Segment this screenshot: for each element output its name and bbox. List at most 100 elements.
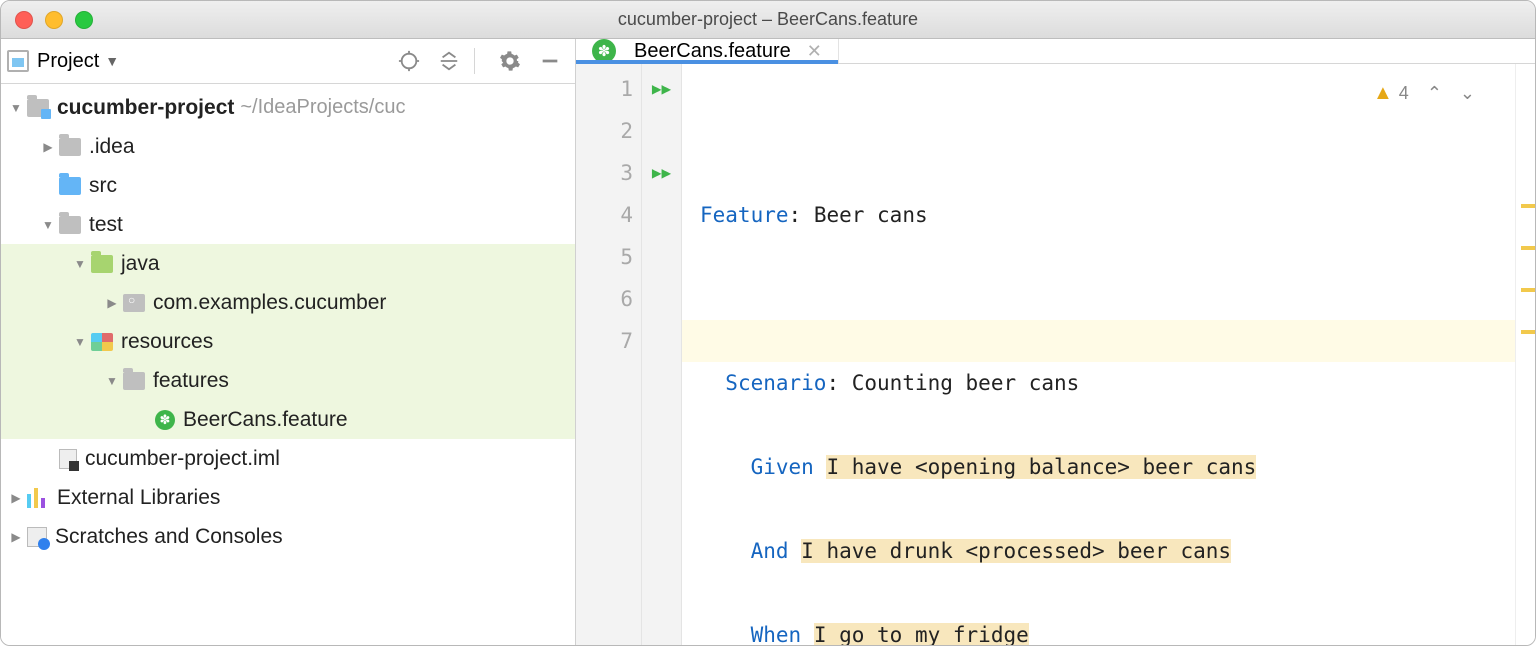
item-label: test — [89, 213, 123, 237]
expand-icon[interactable] — [41, 140, 55, 154]
line-number: 5 — [576, 236, 633, 278]
editor-body: 1 2 3 4 5 6 7 ▶▶ ▶ ▶▶ ▲ 4 — [576, 64, 1535, 646]
folder-icon — [59, 216, 81, 234]
tree-item-idea[interactable]: .idea — [1, 127, 575, 166]
keyword-scenario: Scenario — [725, 371, 826, 395]
root-label: cucumber-project — [57, 96, 234, 120]
line-number: 1 — [576, 68, 633, 110]
expand-icon[interactable] — [73, 257, 87, 271]
step-text: I have <opening balance> beer cans — [826, 455, 1256, 479]
test-source-folder-icon — [91, 255, 113, 273]
locate-icon[interactable] — [394, 46, 424, 76]
item-label: External Libraries — [57, 486, 220, 510]
current-line-highlight — [682, 320, 1515, 362]
collapse-all-icon[interactable] — [434, 46, 464, 76]
item-label: com.examples.cucumber — [153, 291, 386, 315]
inspection-widget[interactable]: ▲ 4 ⌃ ⌄ — [1373, 72, 1475, 114]
titlebar: cucumber-project – BeerCans.feature — [1, 1, 1535, 39]
editor-tabs: ✽ BeerCans.feature ✕ — [576, 39, 1535, 64]
keyword-and: And — [751, 539, 789, 563]
keyword-given: Given — [751, 455, 814, 479]
scenario-name: Counting beer cans — [839, 371, 1079, 395]
tree-root[interactable]: cucumber-project ~/IdeaProjects/cuc — [1, 88, 575, 127]
step-text: I have drunk <processed> beer cans — [801, 539, 1231, 563]
zoom-window-button[interactable] — [75, 11, 93, 29]
tree-item-test[interactable]: test — [1, 205, 575, 244]
module-file-icon — [59, 449, 77, 469]
project-view-label[interactable]: Project — [37, 50, 99, 73]
settings-icon[interactable] — [495, 46, 525, 76]
line-number: 6 — [576, 278, 633, 320]
step-text: I go to my fridge — [814, 623, 1029, 646]
module-folder-icon — [27, 99, 49, 117]
project-view-dropdown-icon[interactable]: ▼ — [105, 53, 119, 69]
tree-item-feature-file[interactable]: ✽ BeerCans.feature — [1, 400, 575, 439]
expand-icon[interactable] — [9, 491, 23, 505]
item-label: cucumber-project.iml — [85, 447, 280, 471]
run-feature-icon[interactable]: ▶▶ — [652, 68, 671, 110]
run-gutter: ▶▶ ▶ ▶▶ — [642, 64, 682, 646]
project-view-icon — [7, 50, 29, 72]
close-tab-icon[interactable]: ✕ — [807, 41, 822, 62]
line-number: 2 — [576, 110, 633, 152]
cucumber-file-icon: ✽ — [155, 410, 175, 430]
run-scenario-icon[interactable]: ▶▶ — [652, 152, 671, 194]
expand-icon[interactable] — [73, 335, 87, 349]
item-label: features — [153, 369, 229, 393]
test-resources-folder-icon — [91, 333, 113, 351]
tree-item-scratches[interactable]: Scratches and Consoles — [1, 517, 575, 556]
tree-item-src[interactable]: src — [1, 166, 575, 205]
item-label: .idea — [89, 135, 135, 159]
tree-item-package[interactable]: com.examples.cucumber — [1, 283, 575, 322]
folder-icon — [123, 372, 145, 390]
close-window-button[interactable] — [15, 11, 33, 29]
editor-tab-beercans[interactable]: ✽ BeerCans.feature ✕ — [576, 39, 839, 63]
item-label: BeerCans.feature — [183, 408, 348, 432]
project-tree[interactable]: cucumber-project ~/IdeaProjects/cuc .ide… — [1, 84, 575, 645]
expand-icon[interactable] — [105, 296, 119, 310]
editor-area: ✽ BeerCans.feature ✕ 1 2 3 4 5 6 7 ▶▶ ▶ — [576, 39, 1535, 645]
package-icon — [123, 294, 145, 312]
line-number: 3 — [576, 152, 633, 194]
expand-icon[interactable] — [9, 101, 23, 115]
warning-marker[interactable] — [1521, 246, 1535, 250]
expand-icon[interactable] — [9, 530, 23, 544]
tab-label: BeerCans.feature — [634, 40, 791, 63]
hide-panel-icon[interactable] — [535, 46, 565, 76]
divider — [474, 48, 475, 74]
warning-marker[interactable] — [1521, 204, 1535, 208]
warning-count: 4 — [1399, 72, 1409, 114]
source-folder-icon — [59, 177, 81, 195]
tree-item-features[interactable]: features — [1, 361, 575, 400]
code-area[interactable]: ▲ 4 ⌃ ⌄ Feature: Beer cans Scenario: Cou… — [682, 64, 1515, 646]
expand-icon[interactable] — [105, 374, 119, 388]
folder-icon — [59, 138, 81, 156]
prev-highlight-icon[interactable]: ⌃ — [1427, 72, 1442, 114]
warning-icon: ▲ — [1373, 72, 1393, 114]
root-path: ~/IdeaProjects/cuc — [240, 96, 405, 119]
tree-item-external-libs[interactable]: External Libraries — [1, 478, 575, 517]
window-title: cucumber-project – BeerCans.feature — [1, 9, 1535, 30]
minimize-window-button[interactable] — [45, 11, 63, 29]
libraries-icon — [27, 488, 49, 508]
keyword-feature: Feature — [700, 203, 789, 227]
tree-item-java[interactable]: java — [1, 244, 575, 283]
line-number-gutter[interactable]: 1 2 3 4 5 6 7 — [576, 64, 642, 646]
warning-marker[interactable] — [1521, 288, 1535, 292]
error-stripe[interactable] — [1515, 64, 1535, 646]
feature-name: Beer cans — [801, 203, 927, 227]
line-number: 4 — [576, 194, 633, 236]
item-label: java — [121, 252, 160, 276]
item-label: Scratches and Consoles — [55, 525, 283, 549]
expand-icon[interactable] — [41, 218, 55, 232]
project-tool-window: Project ▼ — [1, 39, 576, 645]
tree-item-iml[interactable]: cucumber-project.iml — [1, 439, 575, 478]
ide-window: cucumber-project – BeerCans.feature Proj… — [0, 0, 1536, 646]
scratches-icon — [27, 527, 47, 547]
warning-marker[interactable] — [1521, 330, 1535, 334]
project-header: Project ▼ — [1, 39, 575, 84]
tree-item-resources[interactable]: resources — [1, 322, 575, 361]
line-number: 7 — [576, 320, 633, 362]
next-highlight-icon[interactable]: ⌄ — [1460, 72, 1475, 114]
cucumber-file-icon: ✽ — [592, 39, 616, 63]
